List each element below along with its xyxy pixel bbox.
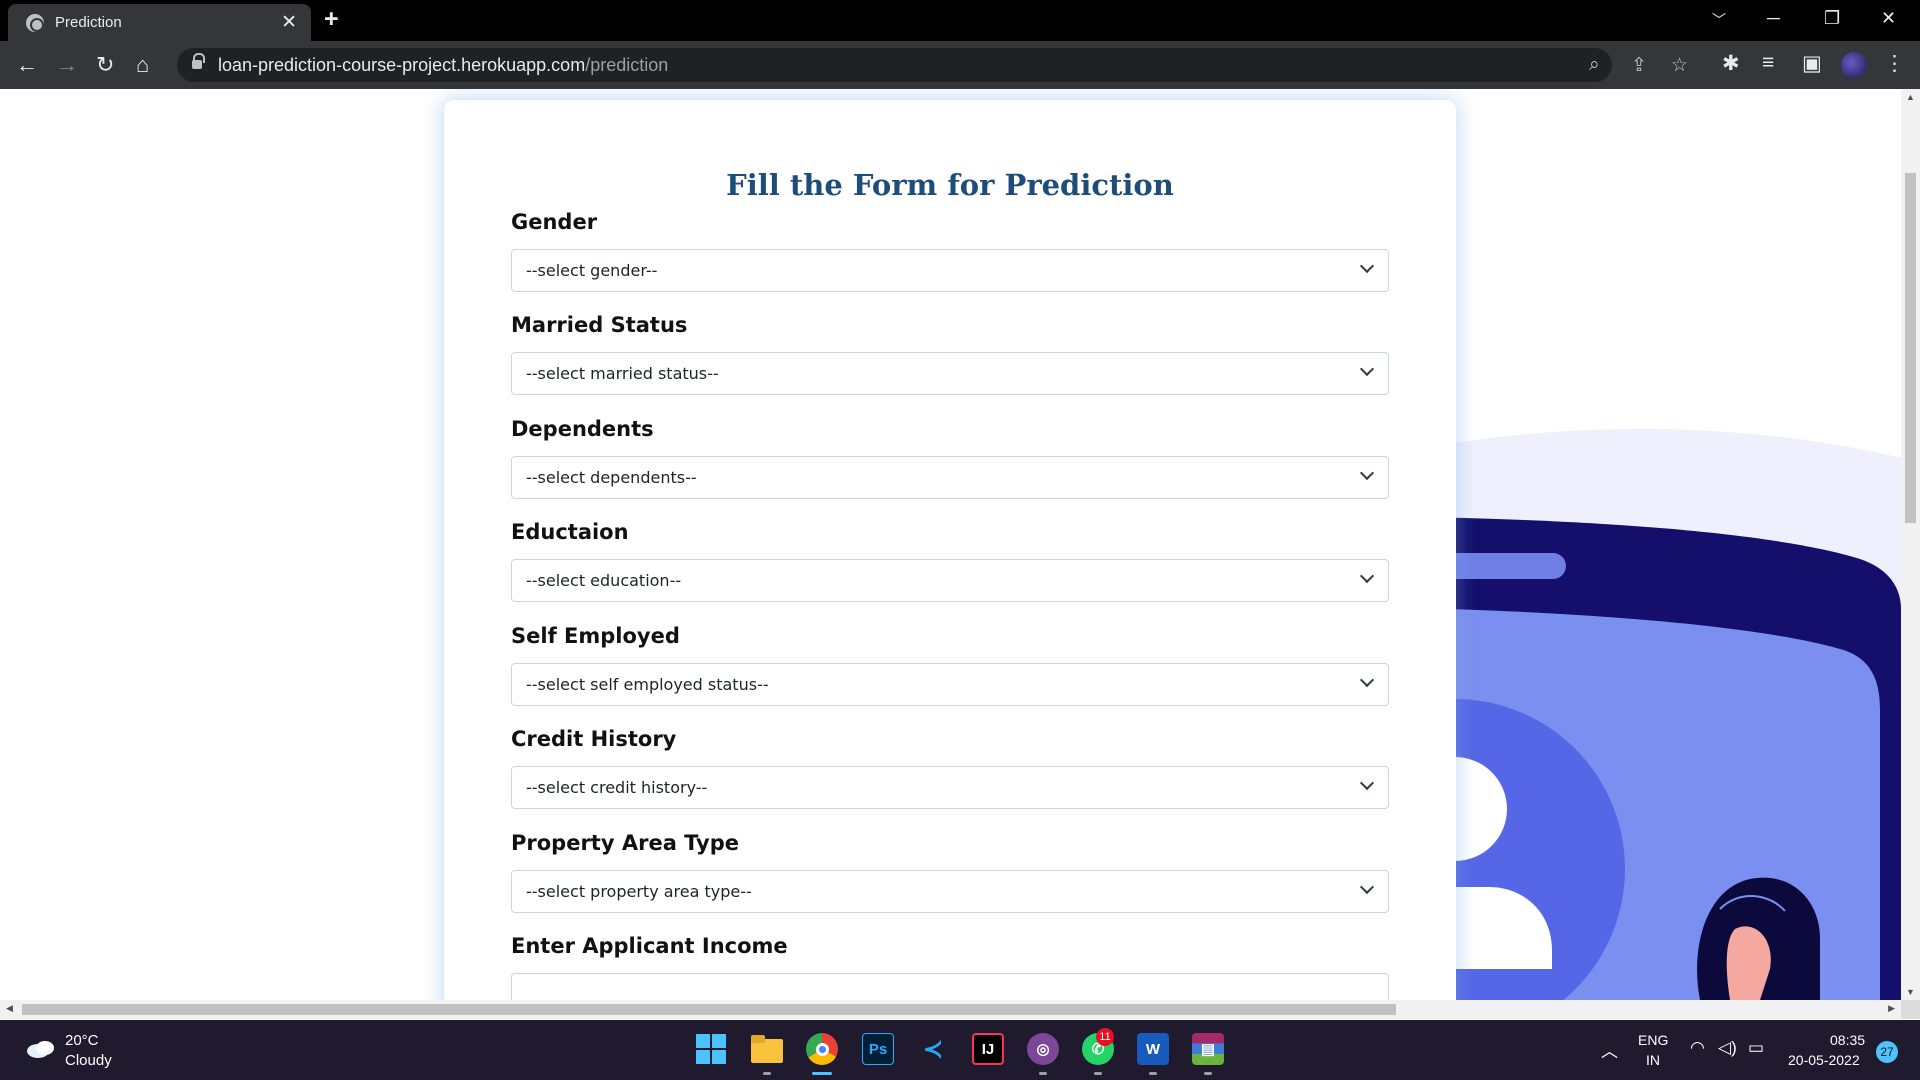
applicant-income-label: Enter Applicant Income <box>511 934 788 958</box>
tor-browser-icon[interactable]: ◎ <box>1027 1033 1059 1065</box>
gender-select-value: --select gender-- <box>526 261 658 280</box>
scroll-left-icon[interactable]: ◀ <box>6 1003 13 1014</box>
tor-running-indicator <box>1039 1072 1047 1075</box>
gender-select[interactable]: --select gender-- <box>511 249 1389 292</box>
photoshop-icon[interactable]: Ps <box>862 1033 894 1065</box>
extensions-icon[interactable]: ✱ <box>1722 51 1740 76</box>
forward-icon[interactable]: → <box>56 52 78 78</box>
clock-date[interactable]: 20-05-2022 <box>1788 1052 1860 1068</box>
back-icon[interactable]: ← <box>16 52 38 78</box>
married-status-select-value: --select married status-- <box>526 364 719 383</box>
menu-icon[interactable]: ⋮ <box>1884 51 1905 76</box>
show-hidden-icons-chevron-up-icon[interactable]: ︿ <box>1601 1037 1618 1062</box>
credit-history-label: Credit History <box>511 727 677 751</box>
horizontal-scrollbar[interactable]: ◀ ▶ <box>0 1000 1901 1019</box>
notification-count-badge[interactable]: 27 <box>1876 1041 1898 1063</box>
wifi-icon[interactable]: ◠ <box>1690 1038 1705 1058</box>
credit-history-select[interactable]: --select credit history-- <box>511 766 1389 809</box>
tab-title: Prediction <box>55 14 122 31</box>
self-employed-select-value: --select self employed status-- <box>526 675 769 694</box>
word-running-indicator <box>1149 1072 1157 1075</box>
battery-icon[interactable]: ▭ <box>1748 1038 1764 1058</box>
vertical-scrollbar[interactable]: ▲ ▼ <box>1901 89 1920 1000</box>
scroll-down-icon[interactable]: ▼ <box>1906 987 1915 997</box>
applicant-income-input[interactable] <box>511 973 1389 1000</box>
property-area-select-value: --select property area type-- <box>526 882 752 901</box>
reload-icon[interactable]: ↻ <box>96 52 114 78</box>
dependents-label: Dependents <box>511 417 654 441</box>
education-select[interactable]: --select education-- <box>511 559 1389 602</box>
winrar-icon[interactable]: ▤ <box>1192 1033 1224 1065</box>
chevron-down-icon <box>1359 361 1375 377</box>
side-panel-icon[interactable]: ▣ <box>1802 51 1822 76</box>
vs-code-icon[interactable]: ≺ <box>917 1033 949 1065</box>
chevron-down-icon <box>1359 568 1375 584</box>
globe-icon <box>26 14 44 32</box>
weather-temperature[interactable]: 20°C <box>65 1032 99 1049</box>
share-icon[interactable]: ⇪ <box>1631 54 1647 77</box>
tab-prediction[interactable]: Prediction ✕ <box>8 4 311 41</box>
married-status-label: Married Status <box>511 313 688 337</box>
language-indicator[interactable]: ENG <box>1638 1032 1668 1048</box>
volume-icon[interactable]: ◁) <box>1718 1038 1737 1058</box>
prediction-form-card: Fill the Form for Prediction Gender --se… <box>444 100 1456 1000</box>
dependents-select[interactable]: --select dependents-- <box>511 456 1389 499</box>
file-explorer-icon[interactable] <box>751 1033 783 1065</box>
credit-history-select-value: --select credit history-- <box>526 778 708 797</box>
dependents-select-value: --select dependents-- <box>526 468 697 487</box>
chrome-icon[interactable] <box>806 1033 838 1065</box>
windows-taskbar: 20°C Cloudy Ps ≺ IJ ◎ ✆ 11 W ▤ ︿ ENG IN … <box>0 1020 1920 1080</box>
restore-icon[interactable]: ❐ <box>1824 8 1840 29</box>
address-bar[interactable]: loan-prediction-course-project.herokuapp… <box>177 48 1688 82</box>
start-icon[interactable] <box>695 1033 727 1065</box>
file-explorer-running-indicator <box>763 1072 771 1075</box>
intellij-icon[interactable]: IJ <box>972 1033 1004 1065</box>
education-label: Eductaion <box>511 520 629 544</box>
card-background <box>444 100 1456 1000</box>
whatsapp-running-indicator <box>1094 1072 1102 1075</box>
home-icon[interactable]: ⌂ <box>136 52 149 78</box>
horizontal-scroll-thumb[interactable] <box>22 1004 1396 1015</box>
chrome-active-indicator <box>812 1072 832 1075</box>
page-viewport: Fill the Form for Prediction Gender --se… <box>0 89 1901 1000</box>
minimize-icon[interactable]: ─ <box>1767 8 1780 29</box>
input-region-indicator[interactable]: IN <box>1646 1052 1660 1068</box>
chevron-down-icon <box>1359 672 1375 688</box>
close-tab-icon[interactable]: ✕ <box>281 11 297 34</box>
property-area-select[interactable]: --select property area type-- <box>511 870 1389 913</box>
url-text: loan-prediction-course-project.herokuapp… <box>218 55 669 75</box>
scroll-right-icon[interactable]: ▶ <box>1888 1003 1895 1014</box>
window-close-icon[interactable]: ✕ <box>1881 8 1896 29</box>
browser-toolbar: ← → ↻ ⌂ loan-prediction-course-project.h… <box>0 41 1920 89</box>
clock-time[interactable]: 08:35 <box>1830 1032 1865 1048</box>
gender-label: Gender <box>511 210 598 234</box>
tab-search-icon[interactable]: ﹀ <box>1712 10 1726 30</box>
form-title: Fill the Form for Prediction <box>726 168 1174 202</box>
vertical-scroll-thumb[interactable] <box>1905 173 1916 523</box>
chevron-down-icon <box>1359 879 1375 895</box>
new-tab-button[interactable]: + <box>324 5 339 34</box>
cloud-icon <box>27 1041 54 1058</box>
lock-icon <box>192 53 205 70</box>
chevron-down-icon <box>1359 258 1375 274</box>
education-select-value: --select education-- <box>526 571 682 590</box>
married-status-select[interactable]: --select married status-- <box>511 352 1389 395</box>
chevron-down-icon <box>1359 465 1375 481</box>
scroll-up-icon[interactable]: ▲ <box>1906 92 1915 102</box>
self-employed-label: Self Employed <box>511 624 680 648</box>
self-employed-select[interactable]: --select self employed status-- <box>511 663 1389 706</box>
profile-avatar[interactable] <box>1841 52 1867 78</box>
whatsapp-unread-badge: 11 <box>1096 1028 1114 1046</box>
word-icon[interactable]: W <box>1137 1033 1169 1065</box>
bookmark-star-icon[interactable]: ☆ <box>1671 54 1688 77</box>
property-area-label: Property Area Type <box>511 831 739 855</box>
winrar-running-indicator <box>1204 1072 1212 1075</box>
scrollbar-corner <box>1901 1000 1920 1019</box>
chevron-down-icon <box>1359 775 1375 791</box>
tab-bar: Prediction ✕ + ﹀ ─ ❐ ✕ <box>0 0 1920 41</box>
zoom-icon[interactable]: ⌕ <box>1589 54 1600 76</box>
media-icon[interactable]: ≡ <box>1762 51 1774 75</box>
weather-condition[interactable]: Cloudy <box>65 1052 112 1069</box>
